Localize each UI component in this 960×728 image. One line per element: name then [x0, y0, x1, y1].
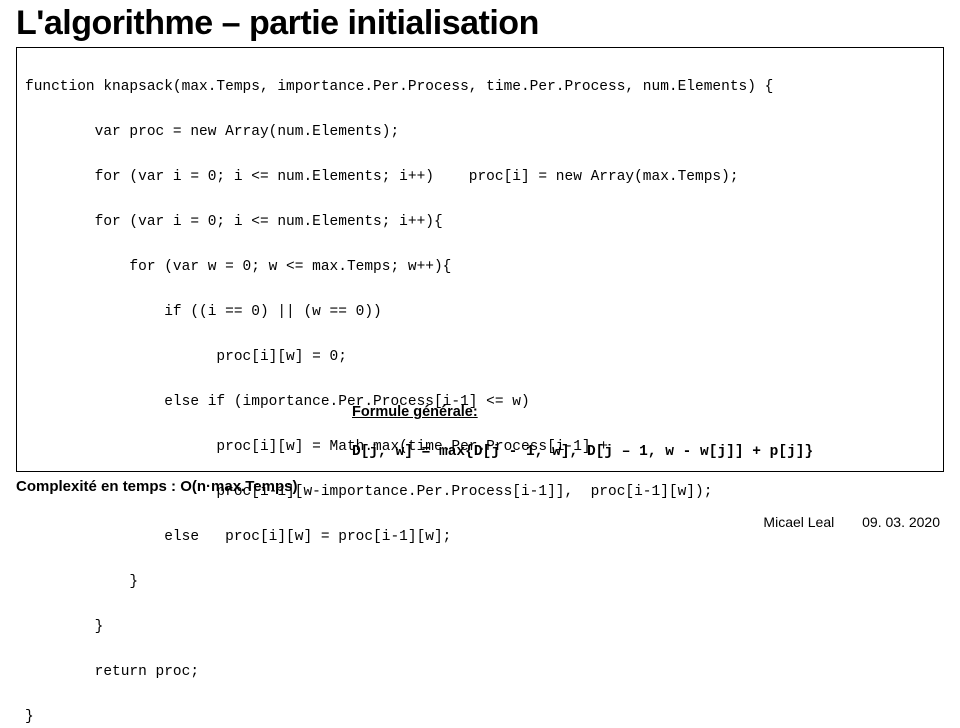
code-line: for (var i = 0; i <= num.Elements; i++) … [25, 169, 739, 185]
code-block: function knapsack(max.Temps, importance.… [16, 47, 944, 472]
slide-title: L'algorithme – partie initialisation [16, 4, 944, 43]
code-line: for (var i = 0; i <= num.Elements; i++){ [25, 214, 443, 230]
footer: Micael Leal 09. 03. 2020 [763, 514, 940, 530]
code-line: if ((i == 0) || (w == 0)) [25, 304, 382, 320]
code-line: var proc = new Array(num.Elements); [25, 124, 399, 140]
code-line: for (var w = 0; w <= max.Temps; w++){ [25, 259, 451, 275]
code-line: } [25, 619, 103, 635]
code-line: function knapsack(max.Temps, importance.… [25, 79, 773, 95]
code-line: proc[i-1][w-importance.Per.Process[i-1]]… [25, 484, 712, 500]
code-line: } [25, 709, 34, 725]
formula-box: Formule générale: D[j, w] = max{D[j - 1,… [352, 384, 813, 463]
formula-caption: Formule générale: [352, 404, 478, 420]
code-line: else proc[i][w] = proc[i-1][w]; [25, 529, 451, 545]
code-line: proc[i][w] = 0; [25, 349, 347, 365]
code-line: return proc; [25, 664, 199, 680]
formula-expression: D[j, w] = max{D[j - 1, w], D[j – 1, w - … [352, 444, 813, 460]
author-label: Micael Leal [763, 514, 834, 530]
code-line: } [25, 574, 138, 590]
date-label: 09. 03. 2020 [862, 514, 940, 530]
